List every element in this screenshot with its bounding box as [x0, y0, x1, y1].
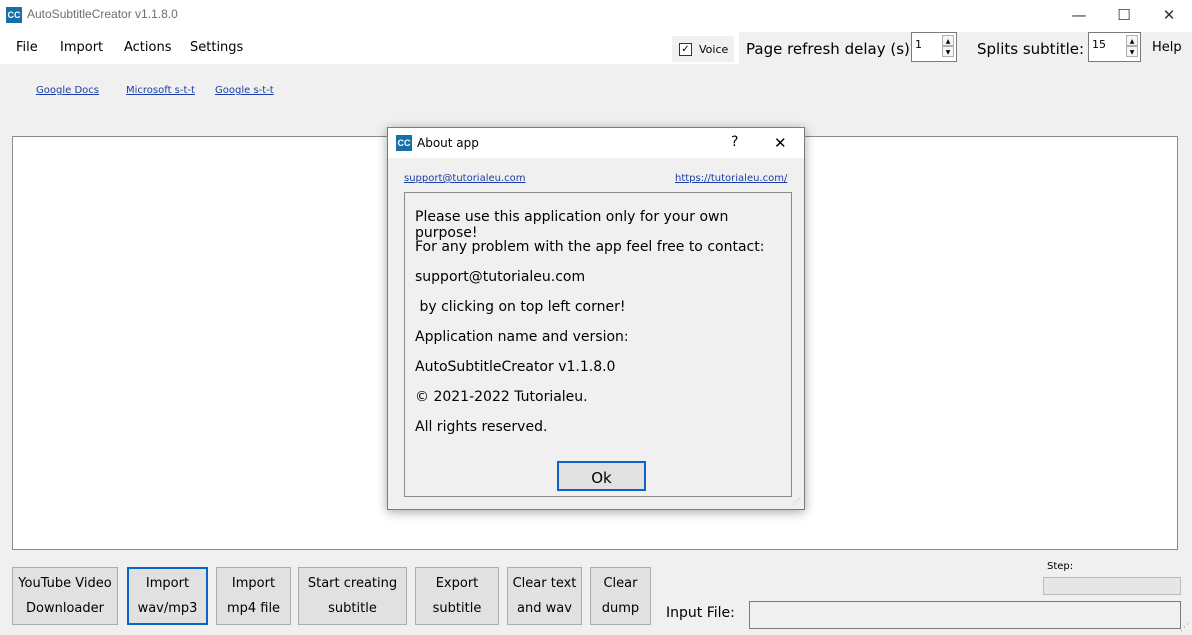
step-label: Step:: [1047, 561, 1074, 572]
maximize-button[interactable]: ☐: [1101, 0, 1147, 30]
spin-up-icon[interactable]: ▲: [942, 35, 954, 46]
dialog-close-icon[interactable]: ✕: [774, 134, 787, 152]
dialog-title: About app: [417, 136, 479, 150]
about-dialog: CC About app ? ✕ support@tutorialeu.com …: [387, 127, 805, 510]
dialog-text-line: support@tutorialeu.com: [415, 269, 586, 285]
step-progress-bar: [1043, 577, 1181, 595]
link-google-docs[interactable]: Google Docs: [36, 85, 99, 96]
spin-up-icon[interactable]: ▲: [1126, 35, 1138, 46]
spin-down-icon[interactable]: ▼: [942, 46, 954, 57]
import-mp4-button[interactable]: Import mp4 file: [216, 567, 291, 625]
voice-checkbox[interactable]: ✓: [679, 43, 692, 56]
dialog-text-line: by clicking on top left corner!: [415, 299, 626, 315]
dialog-text-line: © 2021-2022 Tutorialeu.: [415, 389, 588, 405]
menu-actions[interactable]: Actions: [124, 40, 172, 55]
youtube-downloader-button[interactable]: YouTube Video Downloader: [12, 567, 118, 625]
title-bar: [0, 0, 1192, 30]
clear-dump-button[interactable]: Clear dump: [590, 567, 651, 625]
window-title: AutoSubtitleCreator v1.1.8.0: [27, 7, 178, 21]
page-refresh-value[interactable]: 1: [915, 38, 922, 51]
voice-label[interactable]: Voice: [699, 43, 728, 56]
close-button[interactable]: ✕: [1146, 0, 1192, 30]
start-creating-subtitle-button[interactable]: Start creating subtitle: [298, 567, 407, 625]
menu-help[interactable]: Help: [1152, 40, 1182, 55]
dialog-text-line: Please use this application only for you…: [415, 209, 729, 241]
page-refresh-label: Page refresh delay (s):: [746, 40, 915, 58]
resize-grip-icon[interactable]: ⋰: [1180, 623, 1189, 633]
dialog-resize-grip-icon[interactable]: ⋰: [792, 497, 800, 506]
minimize-button[interactable]: —: [1056, 0, 1102, 30]
export-subtitle-button[interactable]: Export subtitle: [415, 567, 499, 625]
dialog-help-icon[interactable]: ?: [731, 134, 738, 150]
dialog-content-panel: Please use this application only for you…: [404, 192, 792, 497]
spin-down-icon[interactable]: ▼: [1126, 46, 1138, 57]
input-file-label: Input File:: [666, 605, 735, 621]
menu-settings[interactable]: Settings: [190, 40, 243, 55]
splits-subtitle-label: Splits subtitle:: [977, 40, 1085, 58]
link-microsoft-stt[interactable]: Microsoft s-t-t: [126, 85, 195, 96]
clear-text-wav-button[interactable]: Clear text and wav: [507, 567, 582, 625]
splits-subtitle-spinbox[interactable]: 15 ▲ ▼: [1088, 32, 1141, 62]
ok-button[interactable]: Ok: [557, 461, 646, 491]
dialog-text-line: For any problem with the app feel free t…: [415, 239, 765, 255]
dialog-text-line: AutoSubtitleCreator v1.1.8.0: [415, 359, 616, 375]
dialog-text-line: Application name and version:: [415, 329, 629, 345]
support-email-link[interactable]: support@tutorialeu.com: [404, 173, 526, 184]
splits-subtitle-value[interactable]: 15: [1092, 38, 1106, 51]
input-file-field[interactable]: [749, 601, 1181, 629]
dialog-text-line: All rights reserved.: [415, 419, 548, 435]
link-google-stt[interactable]: Google s-t-t: [215, 85, 274, 96]
app-logo-icon[interactable]: CC: [6, 7, 22, 23]
website-link[interactable]: https://tutorialeu.com/: [675, 173, 787, 184]
dialog-logo-icon: CC: [396, 135, 412, 151]
menu-file[interactable]: File: [16, 40, 38, 55]
menu-import[interactable]: Import: [60, 40, 103, 55]
import-wav-mp3-button[interactable]: Import wav/mp3: [127, 567, 208, 625]
page-refresh-spinbox[interactable]: 1 ▲ ▼: [911, 32, 957, 62]
